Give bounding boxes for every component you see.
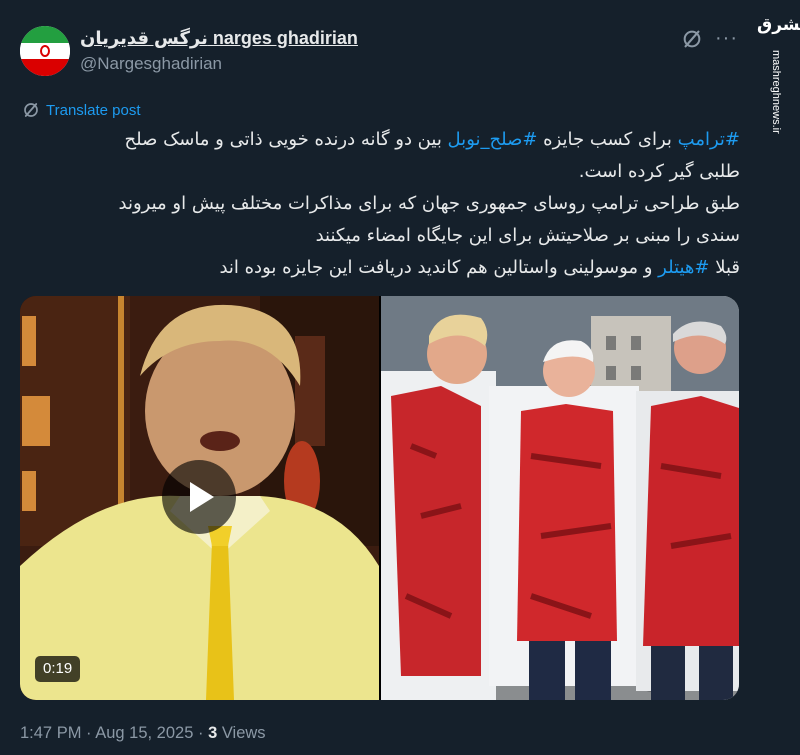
meta-separator: · <box>81 724 96 742</box>
tweet-line-2: طلبی گیر کرده است. <box>578 161 740 182</box>
post-date[interactable]: Aug 15, 2025 <box>95 724 193 742</box>
play-triangle <box>190 482 214 512</box>
play-icon[interactable] <box>162 460 236 534</box>
hashtag-trump[interactable]: #ترامپ <box>678 129 740 150</box>
video-thumbnail[interactable]: 0:19 <box>20 296 379 700</box>
tweet-line-3: طبق طراحی ترامپ روسای جمهوری جهان که برا… <box>118 193 740 214</box>
more-options-icon[interactable]: ··· <box>715 28 739 48</box>
flag-green-stripe <box>20 26 70 43</box>
views-count: 3 <box>208 724 218 742</box>
video-duration-badge: 0:19 <box>35 656 81 682</box>
post-time[interactable]: 1:47 PM <box>20 724 81 742</box>
translate-icon <box>24 103 38 117</box>
translate-post-button[interactable]: Translate post <box>22 100 141 120</box>
photo-thumbnail[interactable] <box>381 296 739 700</box>
tweet-line-5-start: قبلا <box>709 257 740 278</box>
flag-red-stripe <box>20 59 70 76</box>
tweet-text: #ترامپ برای کسب جایزه #صلح_نوبل بین دو گ… <box>20 124 740 284</box>
tweet-line-1-mid: برای کسب جایزه <box>537 129 678 150</box>
mashregh-logo: مشرق <box>757 15 800 35</box>
tweet-line-4: سندی را مبنی بر صلاحیتش برای این جایگاه … <box>315 225 740 246</box>
flag-emblem-icon <box>40 45 50 57</box>
grok-icon[interactable] <box>681 28 703 50</box>
meta-separator-2: · <box>193 724 209 742</box>
photo-thumbnail-image <box>381 296 739 700</box>
hashtag-hitler[interactable]: #هیتلر <box>658 257 709 278</box>
watermark-url: mashreghnews.ir <box>770 50 782 134</box>
tweet-line-1: #ترامپ برای کسب جایزه #صلح_نوبل بین دو گ… <box>20 124 740 156</box>
tweet-line-1-rest: بین دو گانه درنده خویی ذاتی و ماسک صلح <box>124 129 448 150</box>
tweet-meta: 1:47 PM · Aug 15, 2025 · 3 Views <box>20 724 266 743</box>
views-label: Views <box>217 724 266 742</box>
tweet-line-5: قبلا #هیتلر و موسولینی واستالین هم کاندی… <box>20 252 740 284</box>
user-handle[interactable]: @Nargesghadirian <box>80 54 222 74</box>
user-display-name[interactable]: نرگس قدیریان narges ghadirian <box>80 28 358 49</box>
avatar[interactable] <box>20 26 70 76</box>
tweet-line-5-rest: و موسولینی واستالین هم کاندید دریافت این… <box>219 257 659 278</box>
hashtag-nobel-peace[interactable]: #صلح_نوبل <box>448 129 538 150</box>
translate-post-label: Translate post <box>46 101 141 119</box>
media-grid: 0:19 <box>20 296 739 700</box>
